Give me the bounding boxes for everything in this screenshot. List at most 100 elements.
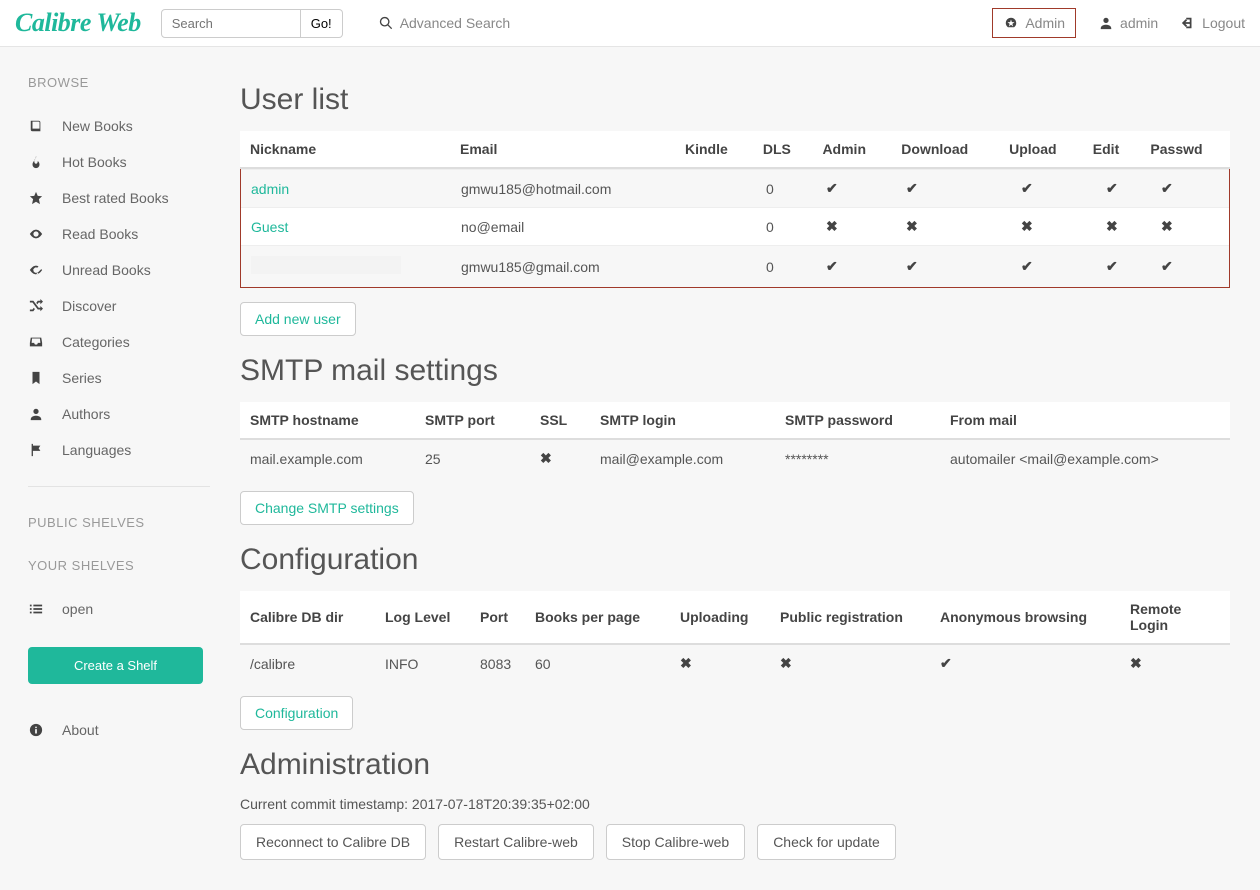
th-uploading: Uploading <box>670 591 770 644</box>
smtp-port: 25 <box>415 439 530 477</box>
cross-icon <box>1106 218 1118 234</box>
th-smtp-login: SMTP login <box>590 402 775 439</box>
th-dbdir: Calibre DB dir <box>240 591 375 644</box>
sidebar-item-best-rated[interactable]: Best rated Books <box>28 180 210 216</box>
th-smtp-password: SMTP password <box>775 402 940 439</box>
sidebar-item-discover[interactable]: Discover <box>28 288 210 324</box>
sidebar-item-categories[interactable]: Categories <box>28 324 210 360</box>
user-link[interactable]: admin <box>1098 15 1158 31</box>
th-smtp-ssl: SSL <box>530 402 590 439</box>
advanced-search-link[interactable]: Advanced Search <box>378 15 511 31</box>
table-row[interactable]: admingmwu185@hotmail.com0 <box>241 170 1229 208</box>
sidebar-item-unread-books[interactable]: Unread Books <box>28 252 210 288</box>
check-icon <box>1021 180 1033 196</box>
stop-button[interactable]: Stop Calibre-web <box>606 824 745 860</box>
check-update-button[interactable]: Check for update <box>757 824 896 860</box>
sidebar-item-read-books[interactable]: Read Books <box>28 216 210 252</box>
your-shelves-title: YOUR SHELVES <box>28 558 210 573</box>
smtp-title: SMTP mail settings <box>240 354 1230 388</box>
th-dls: DLS <box>753 131 813 168</box>
table-row[interactable]: gmwu185@gmail.com0 <box>241 246 1229 288</box>
config-bpp: 60 <box>525 644 670 682</box>
smtp-login: mail@example.com <box>590 439 775 477</box>
sidebar-item-open-shelf[interactable]: open <box>28 591 210 627</box>
sidebar-item-label: Categories <box>62 334 130 350</box>
eye-slash-icon <box>28 263 44 277</box>
check-icon <box>906 258 918 274</box>
sidebar-item-label: About <box>62 722 99 738</box>
sidebar-item-label: Hot Books <box>62 154 127 170</box>
brand-logo[interactable]: Calibre Web <box>15 8 141 38</box>
config-anon <box>930 644 1120 682</box>
table-row[interactable]: Guestno@email0 <box>241 208 1229 246</box>
star-icon <box>28 191 44 205</box>
configuration-button[interactable]: Configuration <box>240 696 353 730</box>
sidebar-item-label: Discover <box>62 298 116 314</box>
sidebar-item-authors[interactable]: Authors <box>28 396 210 432</box>
config-remote <box>1120 644 1230 682</box>
search-input[interactable] <box>161 9 301 38</box>
check-icon <box>906 180 918 196</box>
sidebar-item-label: Read Books <box>62 226 138 242</box>
user-list-title: User list <box>240 83 1230 117</box>
search-go-button[interactable]: Go! <box>301 9 343 38</box>
th-email: Email <box>450 131 675 168</box>
restart-button[interactable]: Restart Calibre-web <box>438 824 594 860</box>
sidebar-item-about[interactable]: About <box>28 712 210 748</box>
cross-icon <box>1130 655 1142 671</box>
book-icon <box>28 119 44 133</box>
sidebar-item-label: open <box>62 601 93 617</box>
th-anon: Anonymous browsing <box>930 591 1120 644</box>
th-upload: Upload <box>999 131 1083 168</box>
cross-icon <box>540 450 552 466</box>
th-bpp: Books per page <box>525 591 670 644</box>
cross-icon <box>826 218 838 234</box>
th-smtp-from: From mail <box>940 402 1230 439</box>
search-icon <box>378 16 394 30</box>
user-link-label: admin <box>1120 15 1158 31</box>
config-uploading <box>670 644 770 682</box>
fire-icon <box>28 155 44 169</box>
config-row: /calibre INFO 8083 60 <box>240 644 1230 682</box>
navbar: Calibre Web Go! Advanced Search Admin ad… <box>0 0 1260 47</box>
administration-title: Administration <box>240 748 1230 782</box>
sidebar-item-series[interactable]: Series <box>28 360 210 396</box>
config-loglevel: INFO <box>375 644 470 682</box>
th-remote: Remote Login <box>1120 591 1230 644</box>
user-nickname-link[interactable]: Guest <box>251 219 288 235</box>
user-nickname-link[interactable]: admin <box>251 181 289 197</box>
th-pubreg: Public registration <box>770 591 930 644</box>
main-content: User list Nickname Email Kindle DLS Admi… <box>210 47 1260 890</box>
check-icon <box>1021 258 1033 274</box>
add-user-button[interactable]: Add new user <box>240 302 356 336</box>
config-pubreg <box>770 644 930 682</box>
admin-link-label: Admin <box>1025 15 1065 31</box>
th-kindle: Kindle <box>675 131 753 168</box>
user-icon <box>28 407 44 421</box>
logout-icon <box>1180 16 1196 30</box>
cross-icon <box>680 655 692 671</box>
config-table: Calibre DB dir Log Level Port Books per … <box>240 591 1230 682</box>
config-port: 8083 <box>470 644 525 682</box>
smtp-password: ******** <box>775 439 940 477</box>
sidebar-item-new-books[interactable]: New Books <box>28 108 210 144</box>
user-table: Nickname Email Kindle DLS Admin Download… <box>240 131 1230 169</box>
create-shelf-button[interactable]: Create a Shelf <box>28 647 203 684</box>
logout-link[interactable]: Logout <box>1180 15 1245 31</box>
th-loglevel: Log Level <box>375 591 470 644</box>
sidebar-item-languages[interactable]: Languages <box>28 432 210 468</box>
admin-link[interactable]: Admin <box>992 8 1076 38</box>
config-title: Configuration <box>240 543 1230 577</box>
info-icon <box>28 723 44 737</box>
reconnect-button[interactable]: Reconnect to Calibre DB <box>240 824 426 860</box>
divider <box>28 486 210 487</box>
search-group: Go! <box>161 9 343 38</box>
th-smtp-hostname: SMTP hostname <box>240 402 415 439</box>
advanced-search-label: Advanced Search <box>400 15 511 31</box>
sidebar-item-label: Series <box>62 370 102 386</box>
change-smtp-button[interactable]: Change SMTP settings <box>240 491 414 525</box>
smtp-from: automailer <mail@example.com> <box>940 439 1230 477</box>
sidebar-item-hot-books[interactable]: Hot Books <box>28 144 210 180</box>
browse-title: BROWSE <box>28 75 210 90</box>
smtp-ssl <box>530 439 590 477</box>
